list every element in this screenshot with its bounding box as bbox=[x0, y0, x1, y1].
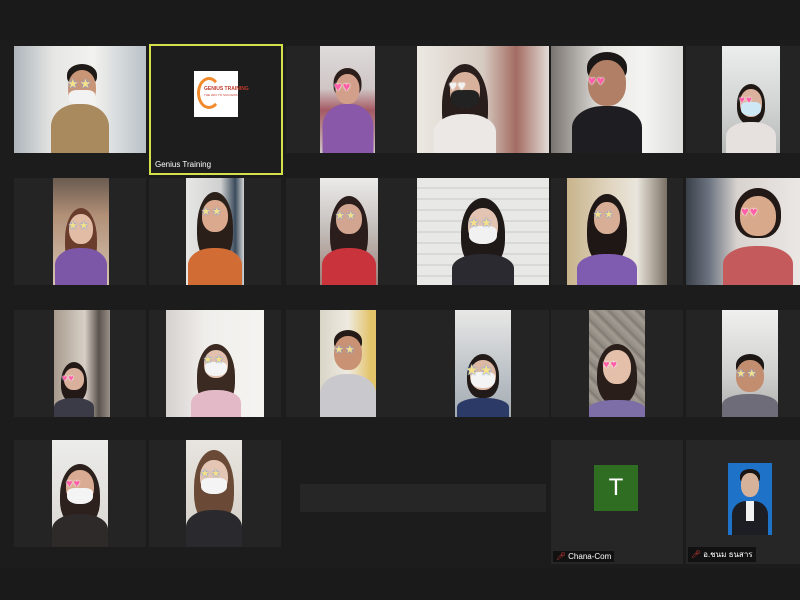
zoom-gallery-view: ★ ★ GENIUS TRAINING THE WAY TO SUCCESS Ge… bbox=[0, 0, 800, 600]
video-tile[interactable]: ♥ ♥ bbox=[686, 178, 800, 285]
video-tile-teacher[interactable]: 🎤︎ อ.ชนม ธนสาร bbox=[686, 440, 800, 564]
video-tile[interactable]: ★ ★ bbox=[417, 310, 549, 417]
video-tile[interactable]: ★ ★ bbox=[686, 310, 800, 417]
video-tile[interactable]: ★ ★ bbox=[149, 310, 281, 417]
participant-profile-photo bbox=[728, 463, 772, 535]
participant-avatar: T bbox=[594, 465, 638, 511]
video-tile-chana-com[interactable]: T 🎤︎ Chana-Com bbox=[551, 440, 683, 564]
video-tile[interactable]: ♥ ♥ bbox=[14, 440, 146, 547]
video-tile[interactable]: ♥ ♥ bbox=[686, 46, 800, 153]
genius-training-logo: GENIUS TRAINING THE WAY TO SUCCESS bbox=[194, 71, 249, 117]
mic-off-icon: 🎤︎ bbox=[691, 550, 702, 559]
video-tile-genius-training[interactable]: GENIUS TRAINING THE WAY TO SUCCESS Geniu… bbox=[149, 44, 283, 175]
video-tile[interactable]: ★ ★ bbox=[286, 178, 418, 285]
video-tile[interactable]: ★ ★ bbox=[551, 178, 683, 285]
mic-off-icon: 🎤︎ bbox=[556, 552, 567, 561]
video-tile[interactable]: ★ ★ bbox=[149, 178, 281, 285]
participant-name-label: 🎤︎ Chana-Com bbox=[553, 551, 615, 562]
video-tile[interactable]: ★ ★ bbox=[286, 310, 418, 417]
video-tile[interactable]: ♥ ♥ bbox=[551, 46, 683, 153]
video-tile[interactable]: ★ ★ bbox=[149, 440, 281, 547]
participant-name-label: Genius Training bbox=[155, 160, 212, 169]
video-tile[interactable]: ★ ★ bbox=[417, 178, 549, 285]
video-tile[interactable]: ♥ ♥ bbox=[286, 46, 418, 153]
empty-tile-area bbox=[300, 484, 546, 512]
video-tile[interactable]: ★ ★ bbox=[14, 178, 146, 285]
video-tile[interactable]: ♥ ♥ bbox=[551, 310, 683, 417]
video-tile[interactable]: ★ ★ bbox=[14, 46, 146, 153]
video-tile[interactable]: ♥ ♥ bbox=[417, 46, 549, 153]
participant-name-label: 🎤︎ อ.ชนม ธนสาร bbox=[688, 547, 756, 562]
video-tile[interactable]: ♥ ♥ bbox=[14, 310, 146, 417]
